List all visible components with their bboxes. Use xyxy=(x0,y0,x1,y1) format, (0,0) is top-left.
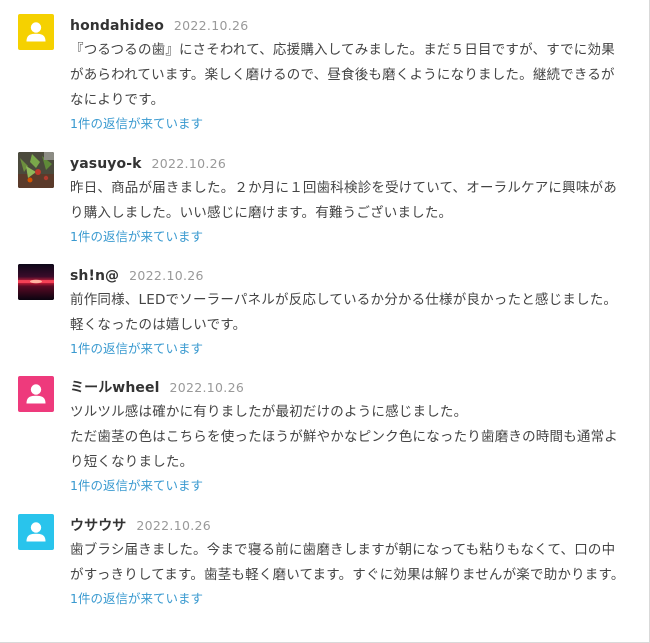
comment-date: 2022.10.26 xyxy=(129,268,204,283)
avatar[interactable] xyxy=(18,376,54,412)
comment-date: 2022.10.26 xyxy=(136,518,211,533)
comment-date: 2022.10.26 xyxy=(173,18,249,33)
avatar[interactable] xyxy=(18,152,54,188)
comment-text: 前作同様、LEDでソーラーパネルが反応しているか分かる仕様が良かったと感じました… xyxy=(70,292,618,333)
comment-author[interactable]: sh!n@ xyxy=(70,268,119,284)
comment-text: ツルツル感は確かに有りましたが最初だけのように感じました。 ただ歯茎の色はこちら… xyxy=(70,404,618,470)
avatar[interactable] xyxy=(18,514,54,550)
user-icon xyxy=(26,384,46,404)
comment-text: 『つるつるの歯』にさそわれて、応援購入してみました。まだ５日目ですが、すでに効果… xyxy=(70,42,615,108)
avatar[interactable] xyxy=(18,14,54,50)
user-icon xyxy=(26,22,46,42)
user-icon xyxy=(26,522,46,542)
replies-link[interactable]: 1件の返信が来ています xyxy=(70,113,203,135)
replies-link[interactable]: 1件の返信が来ています xyxy=(70,338,203,360)
comment-author[interactable]: hondahideo xyxy=(70,18,164,34)
replies-link[interactable]: 1件の返信が来ています xyxy=(70,226,203,248)
replies-link[interactable]: 1件の返信が来ています xyxy=(70,475,203,497)
comment-date: 2022.10.26 xyxy=(151,156,227,171)
comment-author[interactable]: ミールwheel xyxy=(70,380,160,396)
comment-author[interactable]: yasuyo-k xyxy=(70,156,142,172)
replies-link[interactable]: 1件の返信が来ています xyxy=(70,588,203,610)
comment-panel: hondahideo 2022.10.26 『つるつるの歯』にさそわれて、応援購入… xyxy=(0,0,650,643)
comment-text: 昨日、商品が届きました。２か月に１回歯科検診を受けていて、オーラルケアに興味があ… xyxy=(70,180,617,221)
profile-photo-sunset xyxy=(18,264,54,300)
profile-photo-plants xyxy=(18,152,54,188)
avatar[interactable] xyxy=(18,264,54,300)
comment-date: 2022.10.26 xyxy=(169,380,245,395)
comment-author[interactable]: ウサウサ xyxy=(70,518,126,534)
comment-text: 歯ブラシ届きました。今まで寝る前に歯磨きしますが朝になっても粘りもなくて、口の中… xyxy=(70,542,625,583)
